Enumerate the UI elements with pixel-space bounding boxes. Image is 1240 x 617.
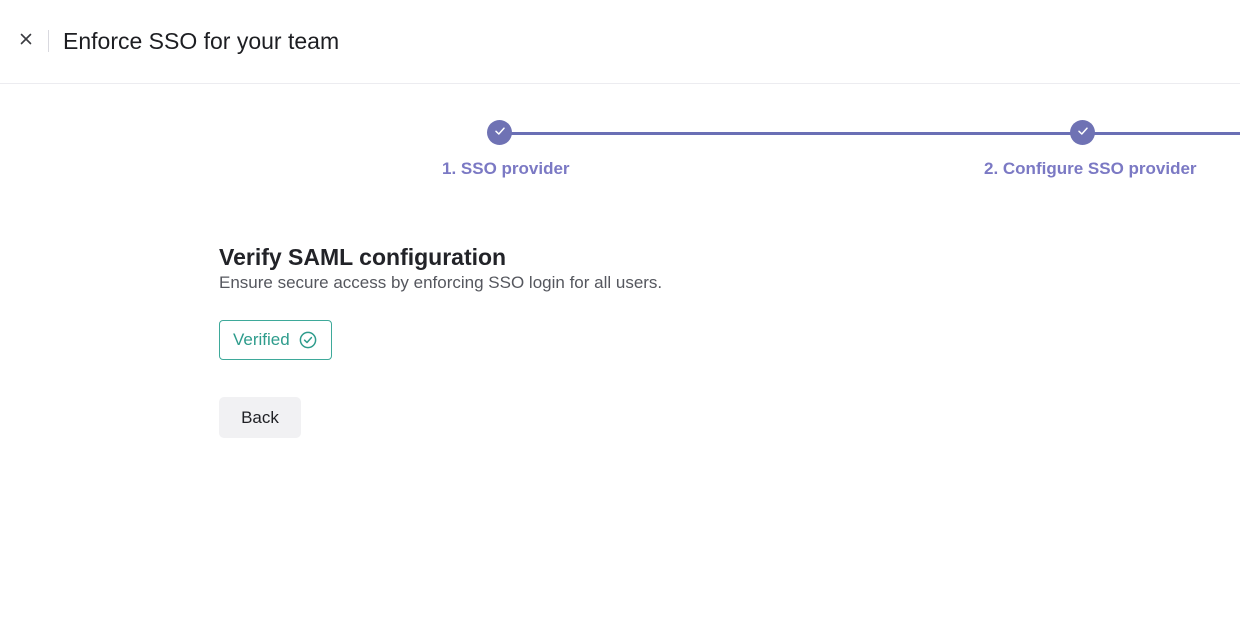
checkmark-icon <box>1077 124 1089 142</box>
checkmark-icon <box>494 124 506 142</box>
step-indicator-2 <box>1070 120 1095 145</box>
verified-button[interactable]: Verified <box>219 320 332 360</box>
step-indicator-1 <box>487 120 512 145</box>
step-connector-line <box>1094 132 1240 135</box>
back-label: Back <box>241 407 279 427</box>
verified-label: Verified <box>233 330 290 349</box>
step-connector-line <box>511 132 1071 135</box>
step-label-sso-provider: 1. SSO provider <box>442 159 570 178</box>
page-title: Enforce SSO for your team <box>63 28 340 54</box>
back-button[interactable]: Back <box>219 397 301 438</box>
close-icon[interactable] <box>20 32 32 50</box>
header-divider <box>48 30 49 52</box>
section-description: Ensure secure access by enforcing SSO lo… <box>219 273 663 292</box>
step-label-configure-sso-provider: 2. Configure SSO provider <box>984 159 1197 178</box>
modal-header: Enforce SSO for your team <box>0 0 1240 84</box>
check-circle-icon <box>299 331 317 349</box>
section-title: Verify SAML configuration <box>219 244 507 270</box>
close-button[interactable] <box>13 28 39 54</box>
